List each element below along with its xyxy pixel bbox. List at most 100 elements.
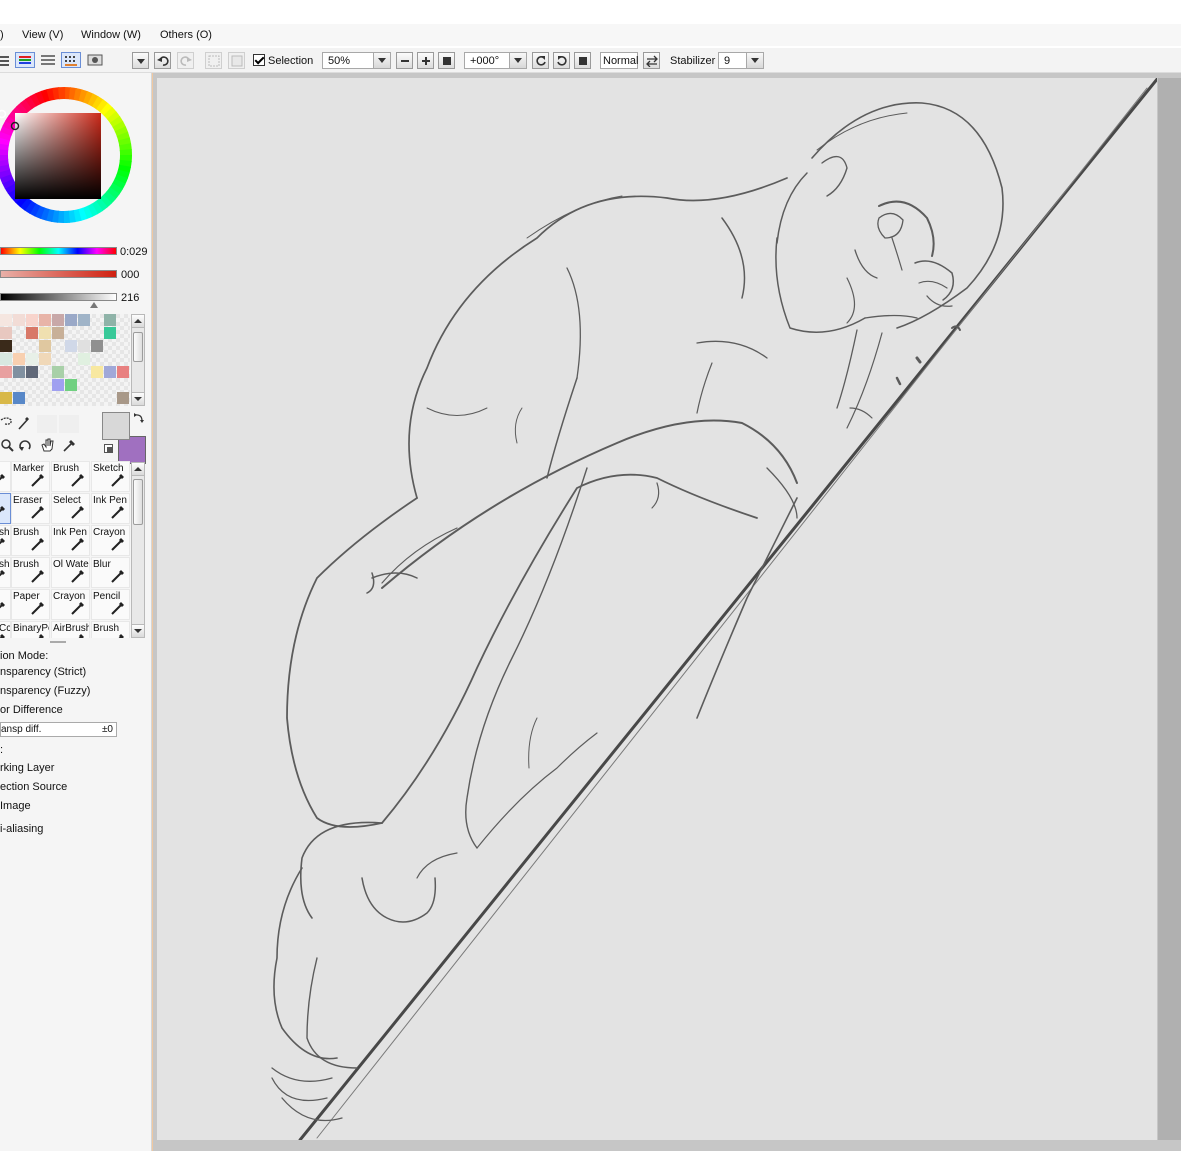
navigator-icon[interactable] — [86, 53, 104, 67]
option-color-difference[interactable]: or Difference — [0, 704, 63, 716]
scroll-down-icon[interactable] — [132, 624, 144, 637]
zoom-in-button[interactable] — [417, 52, 434, 69]
tool-airbrush[interactable]: AirBrush — [51, 621, 90, 638]
primary-color-swatch[interactable] — [102, 412, 130, 440]
color-swatch[interactable] — [0, 327, 12, 339]
color-grid-icon[interactable] — [61, 52, 81, 68]
transparency-diff-slider[interactable]: ansp diff. ±0 — [0, 722, 117, 737]
zoom-out-button[interactable] — [396, 52, 413, 69]
color-panel-toggle-icon[interactable] — [15, 52, 35, 68]
scroll-up-icon[interactable] — [132, 463, 144, 476]
transparent-color-icon[interactable] — [104, 444, 113, 453]
tool-binarype[interactable]: BinaryPe — [11, 621, 50, 638]
color-swatch[interactable] — [13, 314, 25, 326]
color-swatch[interactable] — [104, 366, 116, 378]
tool-sh[interactable]: sh — [0, 557, 11, 588]
menu-item-window[interactable]: Window (W) — [81, 29, 141, 41]
rotate-right-button[interactable] — [553, 52, 570, 69]
undo-button[interactable] — [154, 52, 171, 69]
option-image[interactable]: Image — [0, 800, 31, 812]
stabilizer-select[interactable]: 9 — [718, 52, 764, 69]
color-swatch[interactable] — [117, 366, 129, 378]
zoom-reset-button[interactable] — [438, 52, 455, 69]
view-mode-select[interactable]: Normal — [600, 52, 638, 69]
eyedropper-icon[interactable] — [62, 437, 78, 453]
saturation-slider[interactable] — [0, 270, 117, 278]
hue-picker-handle[interactable] — [0, 109, 7, 119]
deselect-button[interactable] — [205, 52, 222, 69]
tool-paper[interactable]: Paper — [11, 589, 50, 620]
hue-slider[interactable] — [0, 247, 117, 255]
tool-eraser[interactable]: Eraser — [11, 493, 50, 524]
option-transparency-fuzzy[interactable]: nsparency (Fuzzy) — [0, 685, 90, 697]
tool-brush[interactable]: Brush — [11, 525, 50, 556]
tool-marker[interactable]: Marker — [11, 461, 50, 492]
menu-item-layer[interactable]: ) — [0, 29, 4, 41]
scrollbar-thumb[interactable] — [133, 332, 143, 362]
scrollbar-thumb[interactable] — [133, 479, 143, 525]
swatch-list-icon[interactable] — [39, 53, 57, 67]
color-swatch[interactable] — [39, 353, 51, 365]
chevron-down-icon[interactable] — [746, 53, 763, 68]
tool-crayon[interactable]: Crayon — [91, 525, 130, 556]
tool-slot[interactable] — [0, 461, 11, 492]
menu-item-others[interactable]: Others (O) — [160, 29, 212, 41]
color-swatch[interactable] — [26, 366, 38, 378]
rotation-select[interactable]: +000° — [464, 52, 527, 69]
color-swatch[interactable] — [78, 353, 90, 365]
color-swatch[interactable] — [104, 327, 116, 339]
color-swatch[interactable] — [78, 314, 90, 326]
tool-cc[interactable]: Cc — [0, 621, 11, 638]
tool-ink-pen[interactable]: Ink Pen — [91, 493, 130, 524]
color-swatch[interactable] — [13, 366, 25, 378]
color-swatch[interactable] — [65, 340, 77, 352]
invert-selection-button[interactable] — [228, 52, 245, 69]
tool-brush[interactable]: Brush — [51, 461, 90, 492]
tool-blur[interactable]: Blur — [91, 557, 130, 588]
color-swatch[interactable] — [91, 366, 103, 378]
rotation-reset-button[interactable] — [574, 52, 591, 69]
color-swatch[interactable] — [52, 314, 64, 326]
tool-sketch[interactable]: Sketch — [91, 461, 130, 492]
redo-button[interactable] — [177, 52, 194, 69]
color-swatch[interactable] — [0, 314, 12, 326]
option-anti-aliasing[interactable]: i-aliasing — [0, 823, 43, 835]
tool-ol-wate[interactable]: Ol Wate — [51, 557, 90, 588]
color-swatch[interactable] — [52, 379, 64, 391]
color-swatch[interactable] — [26, 314, 38, 326]
color-swatch[interactable] — [52, 327, 64, 339]
option-transparency-strict[interactable]: nsparency (Strict) — [0, 666, 86, 678]
flip-view-button[interactable] — [643, 52, 660, 69]
color-swatch[interactable] — [0, 353, 12, 365]
swatch-scrollbar[interactable] — [131, 314, 145, 406]
option-selection-source[interactable]: ection Source — [0, 781, 67, 793]
panel-list-icon[interactable] — [0, 53, 10, 67]
color-swatch[interactable] — [0, 340, 12, 352]
drawing-canvas[interactable] — [157, 76, 1160, 1142]
selection-checkbox[interactable] — [253, 54, 265, 66]
option-working-layer[interactable]: rking Layer — [0, 762, 54, 774]
toolbar-menu-dropdown-icon[interactable] — [132, 52, 149, 69]
color-swatch[interactable] — [39, 314, 51, 326]
zoom-select[interactable]: 50% — [322, 52, 391, 69]
tool-brush[interactable]: Brush — [91, 621, 130, 638]
tool-scrollbar[interactable] — [131, 462, 145, 638]
zoom-icon[interactable] — [0, 438, 14, 452]
tool-slot[interactable] — [0, 589, 11, 620]
swap-colors-icon[interactable] — [133, 412, 145, 424]
color-swatch[interactable] — [26, 353, 38, 365]
color-swatch[interactable] — [13, 353, 25, 365]
tool-slot[interactable] — [0, 493, 11, 524]
chevron-down-icon[interactable] — [509, 53, 526, 68]
color-wheel[interactable] — [0, 77, 139, 227]
scroll-up-icon[interactable] — [132, 315, 144, 328]
color-swatch[interactable] — [91, 340, 103, 352]
tool-pencil[interactable]: Pencil — [91, 589, 130, 620]
chevron-down-icon[interactable] — [373, 53, 390, 68]
magic-wand-icon[interactable] — [17, 416, 31, 430]
color-swatch[interactable] — [117, 392, 129, 404]
color-swatch[interactable] — [39, 340, 51, 352]
color-swatch[interactable] — [104, 314, 116, 326]
tool-select[interactable]: Select — [51, 493, 90, 524]
color-swatch[interactable] — [39, 327, 51, 339]
